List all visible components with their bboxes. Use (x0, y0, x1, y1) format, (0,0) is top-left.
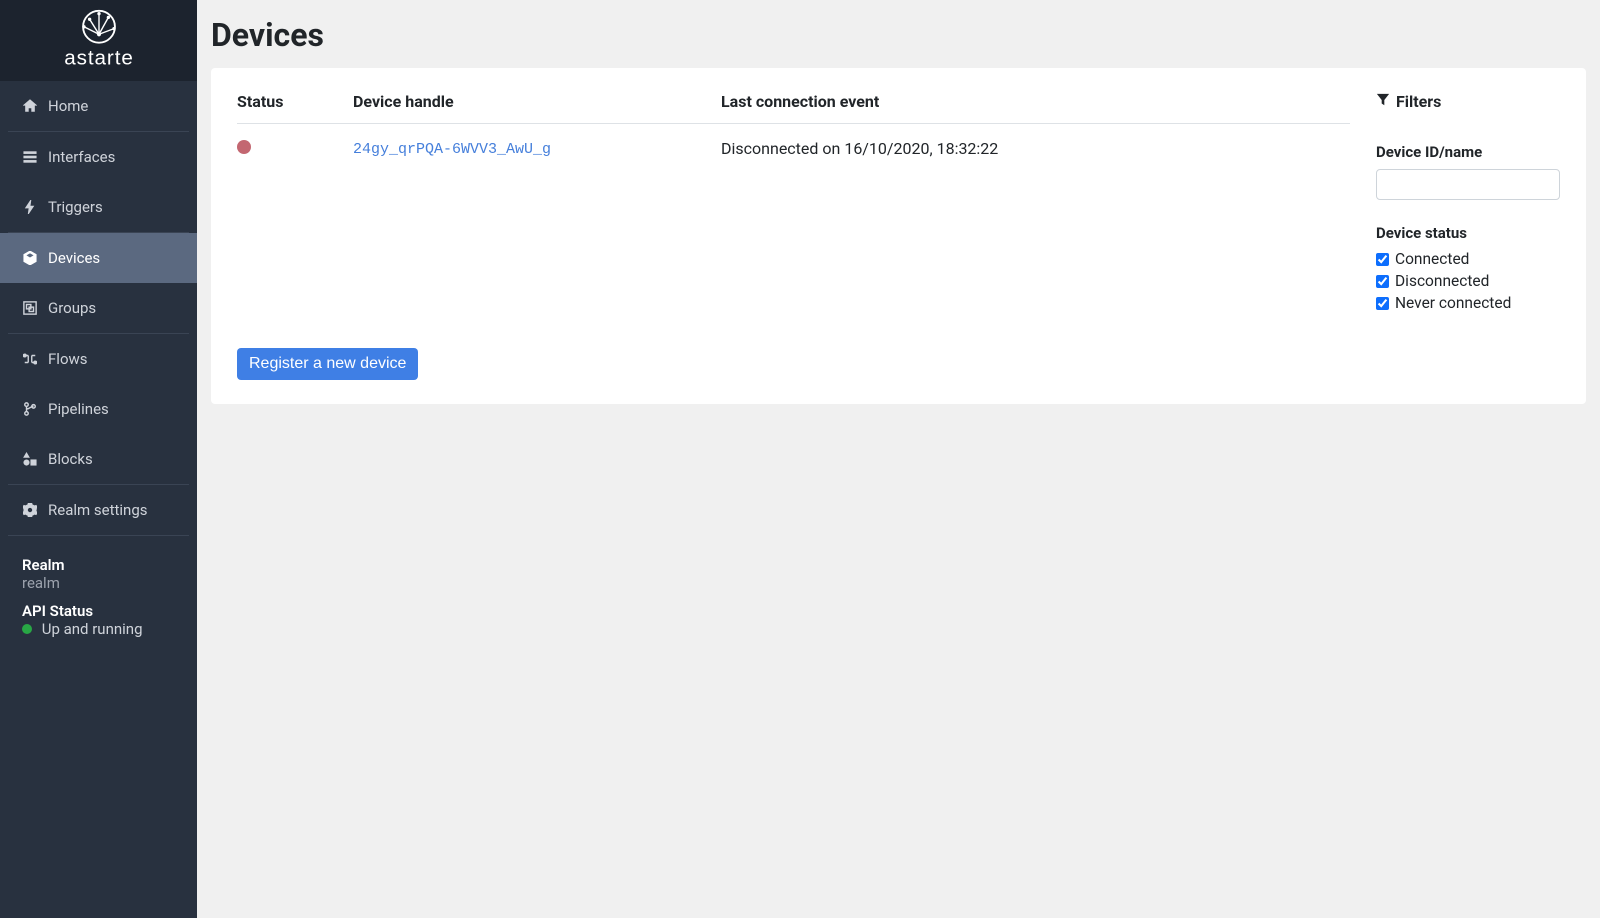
sidebar-item-label: Triggers (48, 198, 103, 216)
sidebar-item-blocks[interactable]: Blocks (8, 434, 189, 484)
list-icon (22, 149, 38, 165)
sidebar-item-label: Groups (48, 299, 96, 317)
devices-table: Status Device handle Last connection eve… (237, 92, 1350, 168)
col-handle: Device handle (353, 92, 721, 124)
checkbox-never-connected[interactable] (1376, 297, 1389, 310)
api-status-value: Up and running (42, 620, 143, 638)
gear-icon (22, 502, 38, 518)
status-disconnected-icon (237, 140, 251, 154)
sidebar-item-label: Flows (48, 350, 88, 368)
filter-option-label: Never connected (1395, 294, 1511, 312)
sidebar-item-label: Realm settings (48, 501, 148, 519)
checkbox-connected[interactable] (1376, 253, 1389, 266)
api-status-label: API Status (22, 602, 175, 620)
sidebar: astarte Home Interfaces Triggers (0, 0, 197, 918)
sidebar-item-triggers[interactable]: Triggers (8, 182, 189, 232)
sidebar-item-pipelines[interactable]: Pipelines (8, 384, 189, 434)
branch-icon (22, 401, 38, 417)
flow-icon (22, 351, 38, 367)
cube-icon (22, 250, 38, 266)
devices-card: Status Device handle Last connection eve… (211, 68, 1586, 404)
sidebar-item-interfaces[interactable]: Interfaces (8, 132, 189, 182)
svg-text:astarte: astarte (64, 46, 134, 69)
sidebar-item-devices[interactable]: Devices (0, 233, 197, 283)
sidebar-item-label: Devices (48, 249, 100, 267)
astarte-logo-icon: astarte (24, 8, 174, 74)
filters-panel: Filters Device ID/name Device status Con… (1376, 92, 1560, 380)
register-device-button[interactable]: Register a new device (237, 348, 418, 380)
filter-option-label: Disconnected (1395, 272, 1489, 290)
realm-label: Realm (22, 556, 175, 574)
sidebar-footer: Realm realm API Status Up and running (8, 535, 189, 648)
sidebar-item-label: Blocks (48, 450, 93, 468)
sidebar-item-groups[interactable]: Groups (8, 283, 189, 333)
filter-never-connected[interactable]: Never connected (1376, 294, 1560, 312)
sidebar-item-flows[interactable]: Flows (8, 334, 189, 384)
device-handle-link[interactable]: 24gy_qrPQA-6WVV3_AwU_g (353, 141, 551, 158)
sidebar-item-label: Home (48, 97, 88, 115)
shapes-icon (22, 451, 38, 467)
col-status: Status (237, 92, 353, 124)
page-title: Devices (211, 16, 1586, 54)
sidebar-item-label: Pipelines (48, 400, 109, 418)
last-event-cell: Disconnected on 16/10/2020, 18:32:22 (721, 124, 1350, 169)
status-dot-icon (22, 624, 32, 634)
filter-connected[interactable]: Connected (1376, 250, 1560, 268)
sidebar-item-home[interactable]: Home (8, 81, 189, 131)
realm-value: realm (22, 574, 175, 592)
filter-device-id-label: Device ID/name (1376, 143, 1560, 161)
main-content: Devices Status Device handle Last connec… (197, 0, 1600, 918)
filter-option-label: Connected (1395, 250, 1469, 268)
sidebar-item-realm-settings[interactable]: Realm settings (8, 485, 189, 535)
col-last-event: Last connection event (721, 92, 1350, 124)
checkbox-disconnected[interactable] (1376, 275, 1389, 288)
filters-heading-label: Filters (1396, 92, 1441, 111)
filter-device-status-label: Device status (1376, 224, 1560, 242)
filter-disconnected[interactable]: Disconnected (1376, 272, 1560, 290)
brand-logo: astarte (0, 0, 197, 81)
table-row: 24gy_qrPQA-6WVV3_AwU_g Disconnected on 1… (237, 124, 1350, 169)
filter-icon (1376, 92, 1390, 111)
object-group-icon (22, 300, 38, 316)
bolt-icon (22, 199, 38, 215)
home-icon (22, 98, 38, 114)
sidebar-item-label: Interfaces (48, 148, 115, 166)
device-id-input[interactable] (1376, 169, 1560, 200)
